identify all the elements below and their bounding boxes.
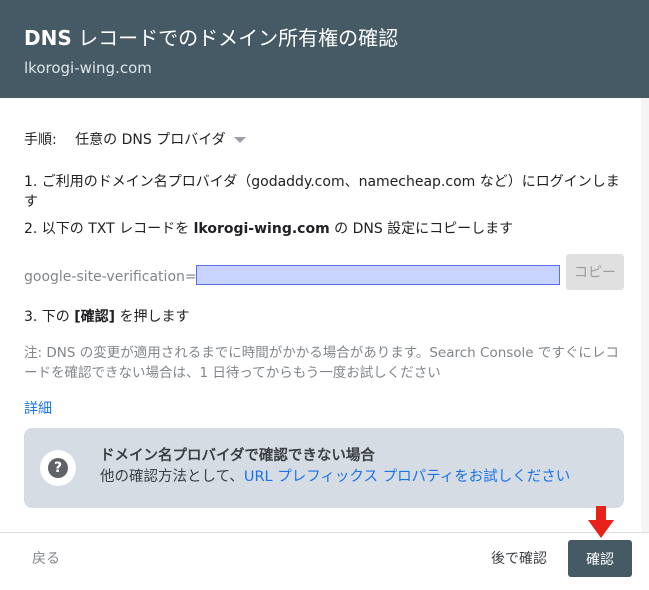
txt-record-label: google-site-verification= <box>24 269 197 285</box>
title-rest: レコードでのドメイン所有権の確認 <box>71 26 399 50</box>
domain-subtitle: lkorogi-wing.com <box>24 59 152 77</box>
dns-note: 注: DNS の変更が適用されるまでに時間がかかる場合があります。Search … <box>24 345 619 381</box>
details-link[interactable]: 詳細 <box>24 399 52 419</box>
txt-record-value[interactable] <box>196 265 560 285</box>
step-2-suffix: の DNS 設定にコピーします <box>329 221 514 237</box>
step-2-prefix: 2. 以下の TXT レコードを <box>24 221 194 237</box>
step-2-text: 2. 以下の TXT レコードを lkorogi-wing.com の DNS … <box>24 219 622 239</box>
scroll-edge <box>641 98 649 548</box>
info-body: 他の確認方法として、URL プレフィックス プロパティをお試しください <box>100 467 570 487</box>
dialog-header: DNS レコードでのドメイン所有権の確認 lkorogi-wing.com <box>0 0 649 98</box>
txt-record-row: google-site-verification= コピー <box>24 254 624 290</box>
arrow-down-icon <box>588 506 614 538</box>
provider-dropdown[interactable]: 任意の DNS プロバイダ <box>75 132 246 148</box>
step-3-bold: [確認] <box>74 309 116 325</box>
step-3-text: 3. 下の [確認] を押します <box>24 307 622 327</box>
dialog-footer: 戻る 後で確認 確認 <box>0 532 649 590</box>
step-2-domain: lkorogi-wing.com <box>193 221 330 237</box>
provider-dropdown-value: 任意の DNS プロバイダ <box>75 132 226 148</box>
url-prefix-link[interactable]: URL プレフィックス プロパティをお試しください <box>244 469 570 485</box>
provider-row: 手順: 任意の DNS プロバイダ <box>24 130 246 150</box>
help-icon: ? <box>48 458 68 478</box>
info-title: ドメイン名プロバイダで確認できない場合 <box>100 448 375 464</box>
steps-label: 手順: <box>24 132 57 148</box>
alternative-method-box: ? ドメイン名プロバイダで確認できない場合 他の確認方法として、URL プレフィ… <box>24 428 624 508</box>
step-3-prefix: 3. 下の <box>24 309 75 325</box>
verify-button[interactable]: 確認 <box>568 540 632 577</box>
help-icon-circle: ? <box>40 450 76 486</box>
dropdown-caret-icon <box>233 137 246 143</box>
dialog-title: DNS レコードでのドメイン所有権の確認 <box>24 24 398 52</box>
step-3-suffix: を押します <box>115 309 190 325</box>
info-body-prefix: 他の確認方法として、 <box>100 469 244 485</box>
back-button[interactable]: 戻る <box>32 549 60 569</box>
verify-later-button[interactable]: 後で確認 <box>491 549 547 569</box>
step-1-text: 1. ご利用のドメイン名プロバイダ（godaddy.com、namecheap.… <box>24 174 620 210</box>
copy-button[interactable]: コピー <box>566 254 624 290</box>
title-dns: DNS <box>24 26 72 50</box>
